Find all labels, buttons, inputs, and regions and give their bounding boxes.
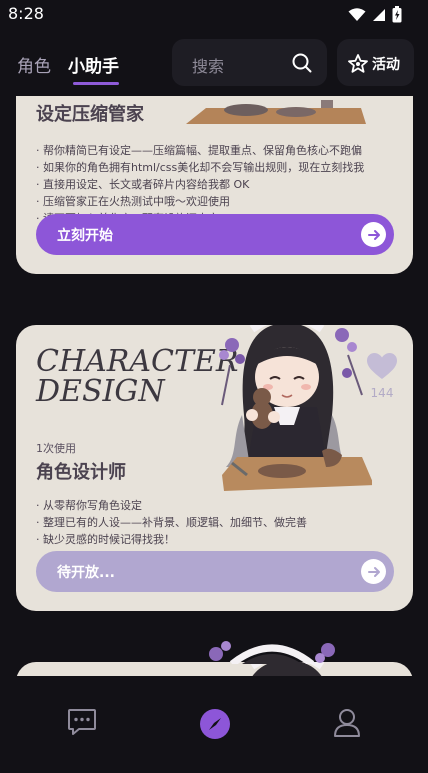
heart-icon bbox=[367, 353, 397, 379]
description-line: · 整理已有的人设——补背景、顺逻辑、加细节、做完善 bbox=[36, 516, 307, 529]
search-icon bbox=[292, 53, 312, 73]
tab-assistant[interactable]: 小助手 bbox=[68, 52, 119, 77]
search-input[interactable]: 搜索 bbox=[172, 39, 327, 86]
activity-button[interactable]: 活动 bbox=[337, 39, 414, 86]
card-title: 设定压缩管家 bbox=[36, 104, 144, 125]
nav-discover[interactable] bbox=[200, 709, 230, 739]
start-button-label: 立刻开始 bbox=[57, 228, 113, 244]
coming-soon-label: 待开放... bbox=[57, 565, 115, 581]
coming-soon-button[interactable]: 待开放... bbox=[36, 551, 394, 592]
bottom-nav bbox=[0, 676, 428, 773]
character-illustration bbox=[219, 325, 372, 491]
like-count: 144 bbox=[370, 386, 394, 400]
assistant-card-character-designer[interactable]: CHARACTER DESIGN 144 1次使用 角色设计师 · 从零帮你写角… bbox=[16, 325, 413, 611]
card-title: 角色设计师 bbox=[36, 462, 126, 483]
wifi-icon bbox=[348, 7, 366, 21]
assistant-list[interactable]: 设定压缩管家 · 帮你精简已有设定——压缩篇幅、提取重点、保留角色核心不跑偏 ·… bbox=[0, 96, 428, 676]
profile-icon bbox=[334, 709, 360, 737]
chat-icon bbox=[68, 709, 96, 735]
description-line: · 压缩管家正在火热测试中哦～欢迎使用 bbox=[36, 195, 230, 208]
battery-icon bbox=[392, 6, 402, 23]
activity-label: 活动 bbox=[372, 57, 400, 73]
character-illustration bbox=[249, 662, 325, 676]
card-description: · 从零帮你写角色设定 · 整理已有的人设——补背景、顺逻辑、加细节、做完善 ·… bbox=[36, 497, 307, 548]
start-button[interactable]: 立刻开始 bbox=[36, 214, 394, 255]
description-line: · 缺少灵感的时候记得找我！ bbox=[36, 533, 175, 546]
top-nav: 角色 小助手 搜索 活动 bbox=[0, 36, 428, 92]
status-bar: 8:28 bbox=[0, 0, 428, 30]
assistant-card-next[interactable] bbox=[16, 662, 413, 676]
usage-count: 1次使用 bbox=[36, 442, 76, 455]
nav-chat[interactable] bbox=[67, 708, 97, 740]
description-line: · 直接用设定、长文或者碎片内容给我都 OK bbox=[36, 178, 250, 191]
like-button[interactable]: 144 bbox=[364, 353, 400, 400]
active-tab-indicator bbox=[73, 82, 119, 85]
compass-icon bbox=[209, 718, 221, 730]
signal-icon bbox=[373, 8, 385, 21]
description-line: · 如果你的角色拥有html/css美化却不会写输出规则，现在立刻找我 bbox=[36, 161, 365, 174]
description-line: · 从零帮你写角色设定 bbox=[36, 499, 142, 512]
star-icon bbox=[348, 54, 368, 73]
search-placeholder: 搜索 bbox=[192, 57, 225, 76]
nav-profile[interactable] bbox=[333, 708, 361, 742]
description-line: · 帮你精简已有设定——压缩篇幅、提取重点、保留角色核心不跑偏 bbox=[36, 144, 362, 157]
assistant-card-compressor[interactable]: 设定压缩管家 · 帮你精简已有设定——压缩篇幅、提取重点、保留角色核心不跑偏 ·… bbox=[16, 96, 413, 274]
arrow-right-icon bbox=[361, 222, 386, 247]
tab-roles[interactable]: 角色 bbox=[17, 52, 51, 77]
status-time: 8:28 bbox=[8, 4, 44, 23]
character-illustration bbox=[209, 641, 335, 664]
character-illustration bbox=[186, 100, 366, 124]
status-icons bbox=[348, 6, 402, 23]
arrow-right-icon bbox=[361, 559, 386, 584]
